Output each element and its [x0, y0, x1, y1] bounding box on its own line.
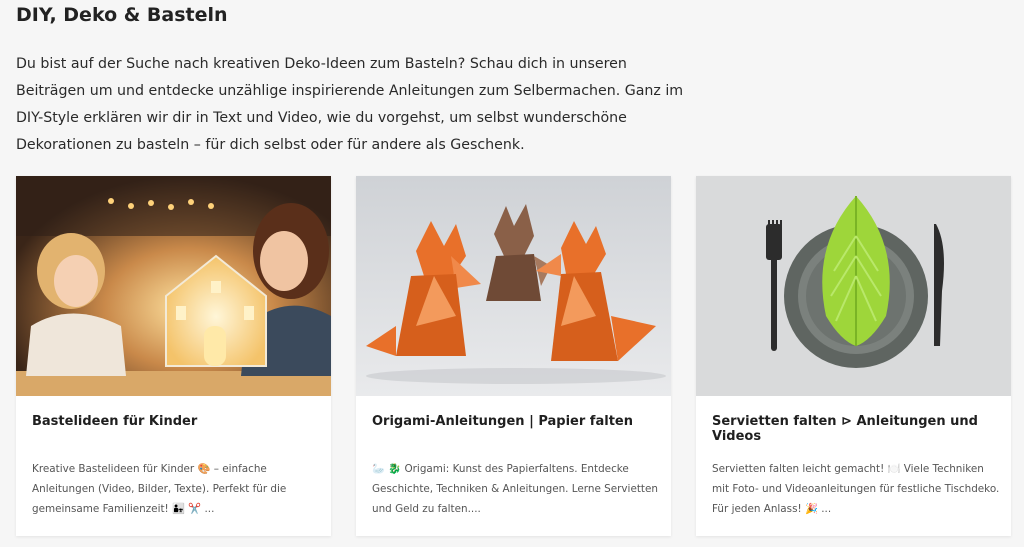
card-title[interactable]: Bastelideen für Kinder: [32, 414, 322, 429]
article-card-origami[interactable]: Origami-Anleitungen | Papier falten 🦢 🐉 …: [356, 176, 671, 536]
intro-text: Du bist auf der Suche nach kreativen Dek…: [16, 56, 684, 153]
card-title[interactable]: Origami-Anleitungen | Papier falten: [372, 414, 662, 429]
card-description: 🦢 🐉 Origami: Kunst des Papierfaltens. En…: [372, 463, 658, 515]
article-card-napkins[interactable]: Servietten falten ⊳ Anleitungen und Vide…: [696, 176, 1011, 536]
card-description: Kreative Bastelideen für Kinder 🎨 – einf…: [32, 463, 287, 515]
card-image-kids-crafts[interactable]: [16, 176, 331, 396]
card-image-napkins[interactable]: [696, 176, 1011, 396]
page-title: DIY, Deko & Basteln: [16, 4, 228, 26]
card-description: Servietten falten leicht gemacht! 🍽️ Vie…: [712, 463, 1000, 515]
category-page: DIY, Deko & Basteln Du bist auf der Such…: [0, 0, 1024, 547]
card-image-origami[interactable]: [356, 176, 671, 396]
article-card-kids-crafts[interactable]: Bastelideen für Kinder Kreative Bastelid…: [16, 176, 331, 536]
card-title[interactable]: Servietten falten ⊳ Anleitungen und Vide…: [712, 414, 1002, 444]
